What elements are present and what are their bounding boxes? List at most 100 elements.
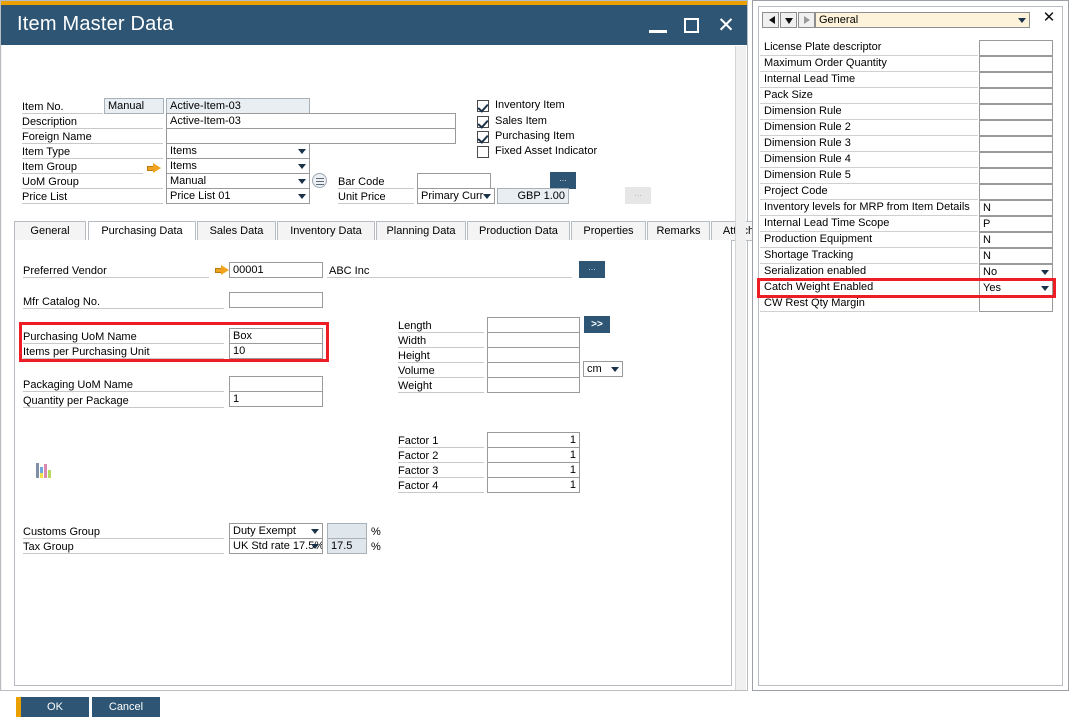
preferred-vendor-browse-button[interactable]: ... bbox=[579, 261, 605, 278]
label-unit-price: Unit Price bbox=[338, 191, 386, 203]
chevron-down-icon bbox=[298, 194, 306, 199]
udf-field[interactable] bbox=[979, 88, 1053, 104]
udf-value: No bbox=[983, 266, 997, 278]
quantity-per-package-field[interactable]: 1 bbox=[229, 391, 323, 407]
udf-field[interactable] bbox=[979, 136, 1053, 152]
udf-field[interactable] bbox=[979, 72, 1053, 88]
tab-sales-data[interactable]: Sales Data bbox=[197, 221, 276, 241]
udf-row: Inventory levels for MRP from Item Detai… bbox=[760, 200, 1055, 216]
window-scrollbar[interactable] bbox=[735, 46, 746, 690]
item-no-prefix-field[interactable]: Manual bbox=[104, 98, 164, 114]
item-group-combo[interactable]: Items bbox=[166, 158, 310, 174]
bar-chart-icon[interactable] bbox=[35, 462, 53, 480]
cancel-button[interactable]: Cancel bbox=[92, 697, 160, 717]
factor-1-field[interactable]: 1 bbox=[487, 432, 580, 448]
dimensions-expand-button[interactable]: >> bbox=[584, 316, 610, 333]
checkbox-sales-item[interactable] bbox=[477, 116, 489, 128]
unit-price-field[interactable]: GBP 1.00 bbox=[497, 188, 569, 204]
width-field[interactable] bbox=[487, 332, 580, 348]
label-factor-4: Factor 4 bbox=[398, 480, 438, 492]
udf-field[interactable] bbox=[979, 56, 1053, 72]
tax-group-percent-field[interactable]: 17.5 bbox=[327, 538, 367, 554]
tab-general[interactable]: General bbox=[14, 221, 86, 241]
checkbox-purchasing-item[interactable] bbox=[477, 131, 489, 143]
label-uom-group: UoM Group bbox=[22, 176, 79, 188]
udf-row: Internal Lead Time Scope P bbox=[760, 216, 1055, 232]
udf-field[interactable]: No bbox=[979, 264, 1053, 280]
close-icon[interactable]: ✕ bbox=[715, 15, 737, 37]
udf-panel-close-icon[interactable]: ✕ bbox=[1040, 9, 1058, 27]
price-list-combo[interactable]: Price List 01 bbox=[166, 188, 310, 204]
preferred-vendor-code-field[interactable]: 00001 bbox=[229, 262, 323, 278]
label-quantity-per-package: Quantity per Package bbox=[23, 395, 129, 407]
chevron-down-icon bbox=[1041, 286, 1049, 291]
customs-group-percent-field[interactable] bbox=[327, 523, 367, 539]
udf-label: Maximum Order Quantity bbox=[764, 57, 887, 69]
udf-field[interactable] bbox=[979, 104, 1053, 120]
tab-remarks[interactable]: Remarks bbox=[647, 221, 710, 241]
bar-code-browse-button[interactable]: ... bbox=[550, 172, 576, 189]
uom-group-combo[interactable]: Manual bbox=[166, 173, 310, 189]
packaging-uom-name-field[interactable] bbox=[229, 376, 323, 392]
udf-field[interactable] bbox=[979, 184, 1053, 200]
udf-field[interactable]: N bbox=[979, 248, 1053, 264]
preferred-vendor-link-arrow-icon[interactable] bbox=[215, 265, 229, 276]
udf-field[interactable] bbox=[979, 296, 1053, 312]
udf-field[interactable] bbox=[979, 168, 1053, 184]
udf-field[interactable] bbox=[979, 120, 1053, 136]
uom-group-value: Manual bbox=[170, 175, 206, 187]
udf-field[interactable] bbox=[979, 152, 1053, 168]
item-group-link-arrow-icon[interactable] bbox=[147, 163, 161, 174]
udf-category-combo[interactable]: General bbox=[815, 12, 1030, 28]
udf-value: Yes bbox=[983, 282, 1001, 294]
udf-dropdown-button[interactable] bbox=[780, 12, 797, 28]
ok-button[interactable]: OK bbox=[21, 697, 89, 717]
tab-inventory-data[interactable]: Inventory Data bbox=[277, 221, 375, 241]
height-field[interactable] bbox=[487, 347, 580, 363]
purchasing-uom-name-field[interactable]: Box bbox=[229, 328, 323, 344]
unit-price-currency-value: Primary Curr· bbox=[421, 190, 487, 202]
item-no-field[interactable]: Active-Item-03 bbox=[166, 98, 310, 114]
udf-field[interactable]: N bbox=[979, 200, 1053, 216]
weight-field[interactable] bbox=[487, 377, 580, 393]
checkbox-fixed-asset-indicator[interactable] bbox=[477, 146, 489, 158]
factor-3-field[interactable]: 1 bbox=[487, 462, 580, 478]
udf-field[interactable] bbox=[979, 40, 1053, 56]
udf-label: Catch Weight Enabled bbox=[764, 281, 873, 293]
udf-label: Project Code bbox=[764, 185, 828, 197]
uom-group-list-icon[interactable] bbox=[312, 173, 327, 188]
tab-planning-data[interactable]: Planning Data bbox=[376, 221, 466, 241]
unit-price-browse-button[interactable]: ... bbox=[625, 187, 651, 204]
factor-4-field[interactable]: 1 bbox=[487, 477, 580, 493]
factor-2-field[interactable]: 1 bbox=[487, 447, 580, 463]
window-titlebar: Item Master Data ✕ bbox=[1, 1, 747, 45]
volume-field[interactable] bbox=[487, 362, 580, 378]
length-field[interactable] bbox=[487, 317, 580, 333]
udf-prev-button[interactable] bbox=[762, 12, 779, 28]
udf-field[interactable]: Yes bbox=[979, 280, 1053, 296]
items-per-purchasing-unit-field[interactable]: 10 bbox=[229, 343, 323, 359]
udf-field[interactable]: P bbox=[979, 216, 1053, 232]
maximize-button[interactable] bbox=[682, 15, 704, 37]
description-field[interactable]: Active-Item-03 bbox=[166, 113, 456, 129]
udf-row-catch-weight-enabled: Catch Weight Enabled Yes bbox=[760, 280, 1055, 296]
tab-purchasing-data[interactable]: Purchasing Data bbox=[88, 221, 196, 241]
udf-next-button[interactable] bbox=[798, 12, 815, 28]
udf-field[interactable]: N bbox=[979, 232, 1053, 248]
minimize-button[interactable] bbox=[649, 15, 669, 37]
mfr-catalog-no-field[interactable] bbox=[229, 292, 323, 308]
item-type-combo[interactable]: Items bbox=[166, 143, 310, 159]
tab-properties[interactable]: Properties bbox=[571, 221, 646, 241]
foreign-name-field[interactable] bbox=[166, 128, 456, 144]
label-purchasing-uom-name: Purchasing UoM Name bbox=[23, 331, 137, 343]
tab-production-data[interactable]: Production Data bbox=[467, 221, 570, 241]
label-tax-group: Tax Group bbox=[23, 541, 74, 553]
unit-price-currency-combo[interactable]: Primary Curr· bbox=[417, 188, 495, 204]
preferred-vendor-name: ABC Inc bbox=[329, 265, 369, 277]
customs-group-combo[interactable]: Duty Exempt bbox=[229, 523, 323, 539]
volume-unit-combo[interactable]: cm bbox=[583, 361, 623, 377]
tax-group-combo[interactable]: UK Std rate 17.5% bbox=[229, 538, 323, 554]
label-height: Height bbox=[398, 350, 430, 362]
checkbox-inventory-item[interactable] bbox=[477, 100, 489, 112]
bar-code-field[interactable] bbox=[417, 173, 491, 189]
